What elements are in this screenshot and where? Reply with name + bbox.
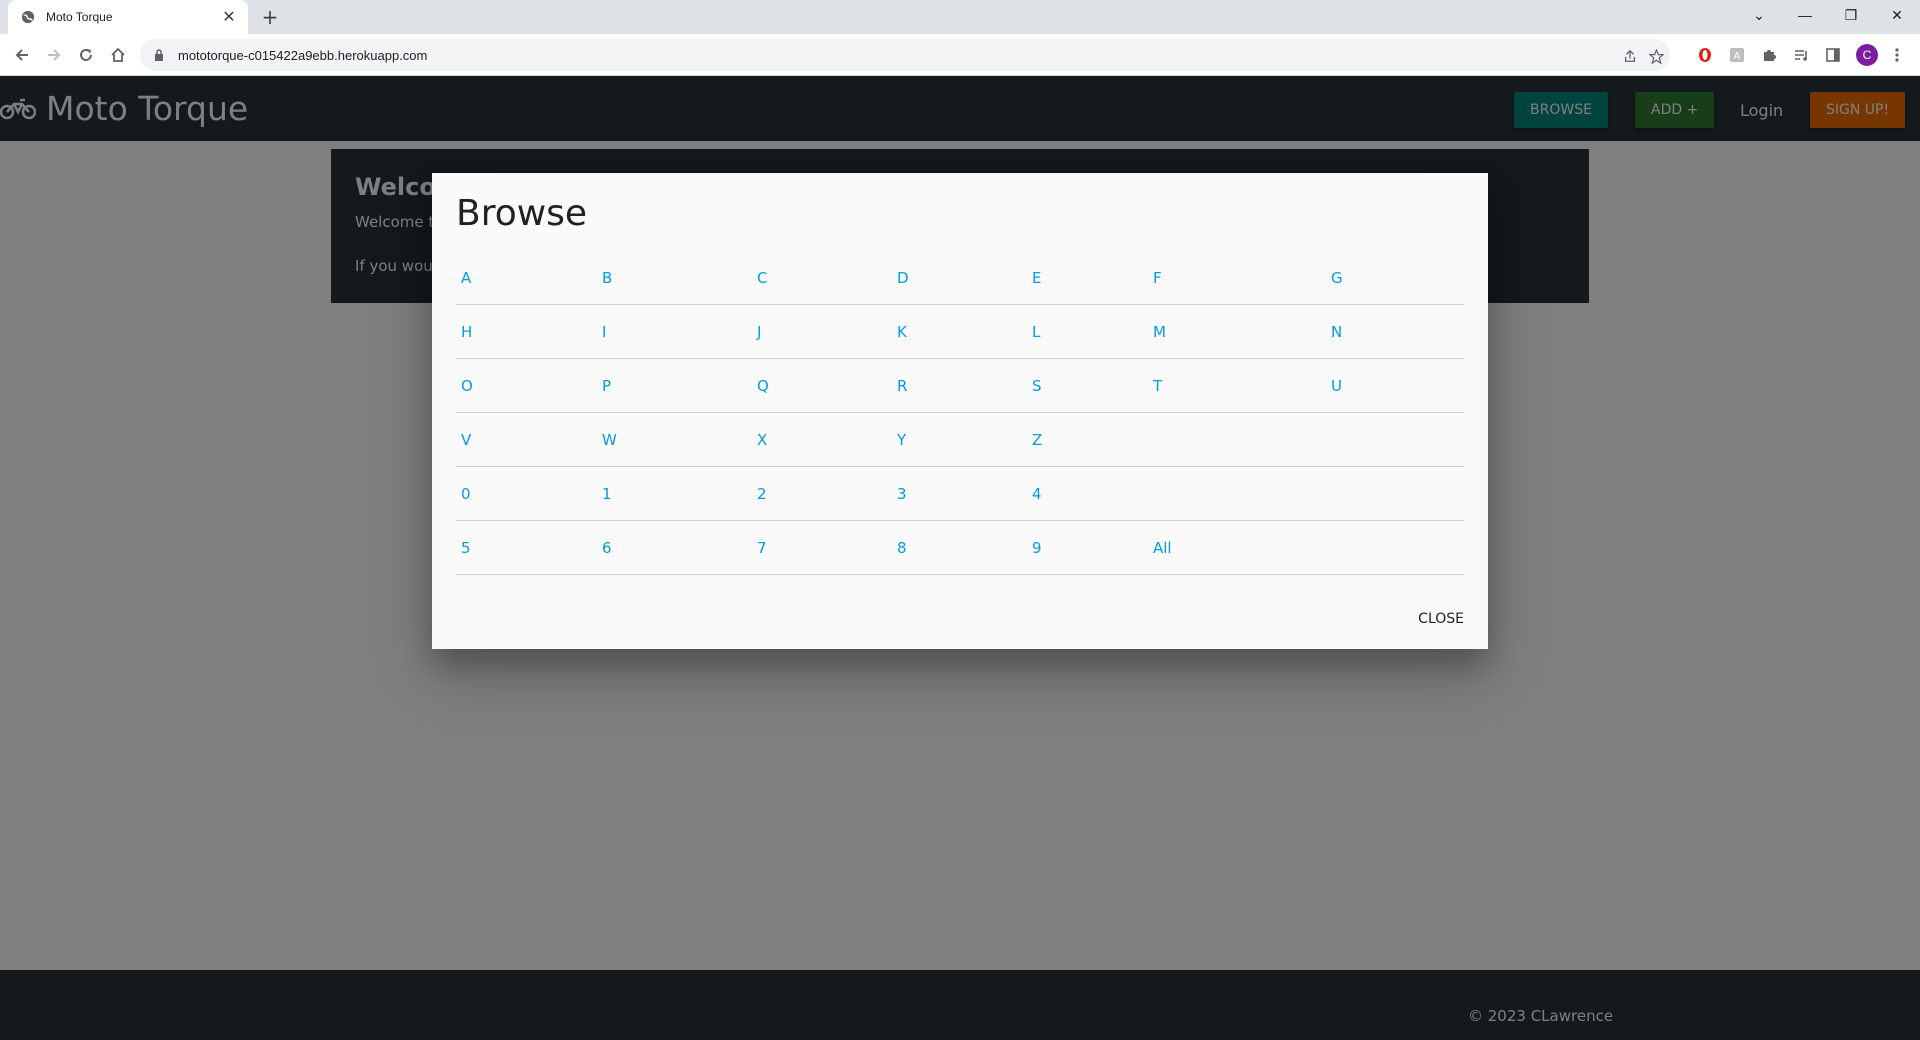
browse-row: ABCDEFG (456, 251, 1464, 305)
modal-title: Browse (456, 193, 588, 234)
share-icon[interactable] (1620, 46, 1640, 66)
browse-link-k[interactable]: K (892, 323, 1027, 341)
browse-link-2[interactable]: 2 (752, 485, 892, 503)
browse-link-c[interactable]: C (752, 269, 892, 287)
restore-button[interactable]: ❐ (1828, 0, 1874, 30)
tab-search-icon[interactable]: ⌄ (1736, 0, 1782, 30)
opera-extension-icon[interactable] (1694, 44, 1716, 66)
close-button[interactable]: CLOSE (1416, 605, 1466, 633)
close-tab-icon[interactable]: ✕ (220, 8, 238, 26)
browse-link-1[interactable]: 1 (597, 485, 752, 503)
browse-letter-grid: A B C D E F G H I J K L M N O P Q R S T U V W X Y Z 0 1 2 3 4 5 6 7 8 9 All (456, 251, 1464, 575)
browse-row: 5 6 7 8 9 All (456, 521, 1464, 575)
home-icon[interactable] (106, 43, 130, 67)
browse-link-t[interactable]: T (1148, 377, 1326, 395)
browse-link-d[interactable]: D (892, 269, 1027, 287)
new-tab-button[interactable]: + (258, 6, 282, 30)
kebab-menu-icon[interactable] (1886, 44, 1908, 66)
bookmark-star-icon[interactable] (1646, 46, 1666, 66)
browse-link-v[interactable]: V (456, 431, 597, 449)
browse-link-n[interactable]: N (1326, 323, 1464, 341)
puzzle-icon[interactable] (1758, 44, 1780, 66)
back-icon[interactable] (10, 43, 34, 67)
browse-link-g[interactable]: G (1326, 269, 1464, 287)
browse-link-z[interactable]: Z (1027, 431, 1148, 449)
tab-title: Moto Torque (46, 10, 113, 24)
minimize-button[interactable]: — (1782, 0, 1828, 30)
browse-row: HIJKLMN (456, 305, 1464, 359)
browse-link-q[interactable]: Q (752, 377, 892, 395)
browse-link-i[interactable]: I (597, 323, 752, 341)
browse-link-e[interactable]: E (1027, 269, 1148, 287)
reading-list-icon[interactable] (1790, 44, 1812, 66)
browse-link-y[interactable]: Y (892, 431, 1027, 449)
browser-tab[interactable]: Moto Torque ✕ (8, 0, 248, 34)
svg-text:A: A (1734, 51, 1741, 62)
browse-link-m[interactable]: M (1148, 323, 1326, 341)
browse-link-3[interactable]: 3 (892, 485, 1027, 503)
browser-toolbar: mototorque-c015422a9ebb.herokuapp.com A … (0, 34, 1920, 76)
browse-link-6[interactable]: 6 (597, 539, 752, 557)
browse-link-a[interactable]: A (456, 269, 597, 287)
browser-tabbar: Moto Torque ✕ + ⌄ — ❐ ✕ (0, 0, 1920, 34)
browse-link-r[interactable]: R (892, 377, 1027, 395)
browse-link-9[interactable]: 9 (1027, 539, 1148, 557)
browse-link-x[interactable]: X (752, 431, 892, 449)
browse-row: VWXYZ (456, 413, 1464, 467)
browse-row: 01234 (456, 467, 1464, 521)
browse-link-8[interactable]: 8 (892, 539, 1027, 557)
browse-link-7[interactable]: 7 (752, 539, 892, 557)
reload-icon[interactable] (74, 43, 98, 67)
browse-link-4[interactable]: 4 (1027, 485, 1148, 503)
browse-link-s[interactable]: S (1027, 377, 1148, 395)
browse-link-u[interactable]: U (1326, 377, 1464, 395)
close-window-button[interactable]: ✕ (1874, 0, 1920, 30)
extension-icon[interactable]: A (1726, 44, 1748, 66)
browse-link-h[interactable]: H (456, 323, 597, 341)
address-bar[interactable]: mototorque-c015422a9ebb.herokuapp.com (140, 39, 1670, 71)
browse-link-0[interactable]: 0 (456, 485, 597, 503)
globe-icon (20, 9, 36, 25)
url-text: mototorque-c015422a9ebb.herokuapp.com (178, 47, 428, 63)
browse-row: OPQRSTU (456, 359, 1464, 413)
browse-link-f[interactable]: F (1148, 269, 1326, 287)
browse-link-all[interactable]: All (1148, 539, 1326, 557)
browse-link-o[interactable]: O (456, 377, 597, 395)
side-panel-icon[interactable] (1822, 44, 1844, 66)
profile-avatar[interactable]: C (1856, 44, 1878, 66)
lock-icon (154, 48, 166, 62)
browse-link-w[interactable]: W (597, 431, 752, 449)
browse-link-j[interactable]: J (752, 323, 892, 341)
browse-link-l[interactable]: L (1027, 323, 1148, 341)
forward-icon[interactable] (42, 43, 66, 67)
browse-link-b[interactable]: B (597, 269, 752, 287)
browse-link-p[interactable]: P (597, 377, 752, 395)
browse-modal: Browse ABCDEFGHIJKLMNOPQRSTUVWXYZ0123456… (432, 173, 1488, 649)
browse-link-5[interactable]: 5 (456, 539, 597, 557)
